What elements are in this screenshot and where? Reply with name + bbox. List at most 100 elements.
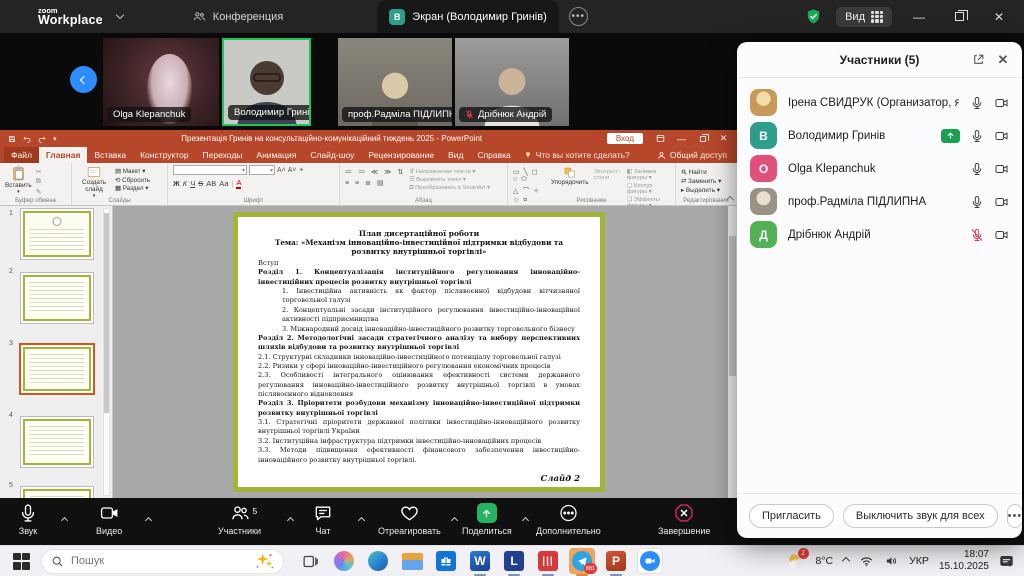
shapes-row-1[interactable]: ▭ ╲ ◻ ○ ⬭ [513, 168, 546, 184]
slide-thumbnail-3-selected[interactable] [19, 343, 95, 395]
participants-options-chevron[interactable] [288, 510, 293, 528]
menu-home[interactable]: Главная [39, 147, 88, 163]
temperature-label[interactable]: 8°C [816, 555, 834, 567]
smartart-button[interactable]: ⧉ Преобразовать в SmartArt ▾ [409, 185, 490, 192]
redo-icon[interactable] [38, 135, 46, 143]
video-tile-active-speaker[interactable]: Володимир Гринів [222, 38, 311, 126]
bold-button[interactable]: Ж [173, 179, 180, 188]
view-button[interactable]: Вид [836, 7, 892, 27]
share-screen-button[interactable]: Поделиться [462, 503, 512, 536]
share-options-chevron[interactable] [523, 510, 528, 528]
mute-all-button[interactable]: Выключить звук для всех [843, 504, 998, 528]
audio-options-chevron[interactable] [62, 510, 67, 528]
edge-button[interactable] [365, 548, 391, 574]
find-button[interactable]: Найти [681, 169, 721, 176]
menu-slideshow[interactable]: Слайд-шоу [303, 147, 361, 163]
list-buttons-row[interactable]: ≔ ≕ ≪ ≫ ⇅ [345, 168, 405, 176]
weather-icon[interactable]: 2 [786, 551, 806, 571]
sign-in-button[interactable]: Вход [607, 133, 643, 144]
cut-icon[interactable]: ✂ [36, 168, 42, 176]
video-tile[interactable]: проф.Радміла ПІДЛИПНА [338, 38, 452, 126]
undo-icon[interactable] [23, 135, 31, 143]
search-input[interactable] [71, 555, 221, 567]
tell-me-box[interactable]: Что вы хотите сделать? [524, 150, 630, 160]
react-options-chevron[interactable] [452, 510, 457, 528]
close-panel-icon[interactable]: ✕ [993, 50, 1013, 70]
panel-more-button[interactable]: ••• [1007, 504, 1022, 528]
menu-animations[interactable]: Анимация [249, 147, 303, 163]
replace-button[interactable]: ⇄ Заменить ▾ [681, 178, 721, 185]
video-tile[interactable]: Дрібнюк Андрій [455, 38, 569, 126]
video-button[interactable]: Видео [96, 503, 122, 536]
chevron-down-icon[interactable] [116, 11, 124, 19]
video-tile[interactable]: Olga Klepanchuk [103, 38, 219, 126]
tab-more-icon[interactable]: ••• [569, 7, 588, 26]
close-button[interactable]: ✕ [986, 7, 1012, 27]
menu-review[interactable]: Рецензирование [361, 147, 441, 163]
participant-row[interactable]: В Володимир Гринів [737, 119, 1022, 152]
wifi-icon[interactable] [859, 554, 874, 568]
reset-button[interactable]: ⟲ Сбросить [115, 177, 150, 184]
slide-thumbnail-1[interactable] [20, 208, 94, 260]
canvas-scrollbar[interactable] [728, 206, 737, 498]
start-button[interactable] [13, 553, 30, 570]
notifications-icon[interactable] [999, 554, 1014, 569]
ribbon-options-icon[interactable] [651, 132, 670, 145]
chat-options-chevron[interactable] [359, 510, 364, 528]
zoom-workplace-logo[interactable]: zoom Workplace [38, 7, 103, 27]
ms-store-button[interactable] [433, 548, 459, 574]
menu-design[interactable]: Конструктор [133, 147, 195, 163]
participant-row[interactable]: проф.Радміла ПІДЛИПНА [737, 185, 1022, 218]
app-red-button[interactable]: ||| [535, 548, 561, 574]
ppt-close-button[interactable]: ✕ [714, 132, 733, 145]
shrink-font-icon[interactable]: А˅ [288, 167, 297, 174]
zoom-app-button[interactable] [637, 548, 663, 574]
share-access-button[interactable]: Общий доступ [657, 150, 737, 160]
file-explorer-button[interactable] [399, 548, 425, 574]
word-button[interactable]: W [467, 548, 493, 574]
invite-button[interactable]: Пригласить [749, 504, 834, 528]
text-direction-button[interactable]: ⇵ Направление текста ▾ [409, 169, 490, 175]
arrange-button[interactable]: Упорядочить [550, 165, 590, 186]
more-button[interactable]: Дополнительно [536, 503, 601, 536]
align-text-button[interactable]: ☰ Выровнять текст ▾ [409, 177, 490, 183]
shape-fill-button[interactable]: ◧ Заливка фигуры ▾ [627, 169, 670, 181]
copilot-button[interactable] [331, 548, 357, 574]
participant-row[interactable]: Д Дрібнюк Андрій [737, 218, 1022, 251]
italic-button[interactable]: К [183, 179, 187, 188]
new-slide-button[interactable]: Создать слайд ▾ [77, 165, 111, 200]
audio-button[interactable]: Звук [18, 503, 38, 536]
clear-format-icon[interactable]: ✦ [299, 166, 305, 174]
clock[interactable]: 18:07 15.10.2025 [939, 549, 989, 574]
tab-screen-share[interactable]: В Экран (Володимир Гринів) [377, 0, 558, 33]
menu-file[interactable]: Файл [4, 147, 39, 163]
slide-thumbnail-4[interactable] [20, 416, 94, 468]
ppt-minimize-button[interactable]: — [672, 132, 691, 145]
copy-icon[interactable]: ⧉ [36, 178, 42, 186]
shield-check-icon[interactable] [805, 8, 822, 25]
menu-help[interactable]: Справка [470, 147, 517, 163]
quick-styles-button[interactable]: Экспресс-стили [594, 169, 623, 181]
thumbnails-scrollbar[interactable] [103, 208, 110, 496]
collapse-videos-button[interactable] [70, 66, 97, 93]
grow-font-icon[interactable]: А˄ [277, 167, 286, 174]
menu-transitions[interactable]: Переходы [196, 147, 250, 163]
tray-expand-chevron[interactable] [842, 557, 850, 565]
save-icon[interactable] [8, 135, 16, 143]
ppt-restore-button[interactable] [693, 132, 712, 145]
paste-button[interactable]: Вставить ▾ [5, 165, 32, 196]
qat-more-icon[interactable]: ▾ [53, 135, 57, 143]
char-spacing-button[interactable]: АВ [206, 179, 216, 188]
menu-view[interactable]: Вид [441, 147, 470, 163]
font-name-select[interactable]: ▾ [173, 165, 247, 175]
underline-button[interactable]: Ч [190, 179, 195, 188]
powerpoint-button[interactable]: P [603, 548, 629, 574]
restore-button[interactable] [946, 7, 972, 27]
volume-icon[interactable] [884, 554, 899, 568]
select-button[interactable]: ▸ Выделить ▾ [681, 187, 721, 194]
tab-conference[interactable]: Конференция [181, 0, 295, 33]
language-indicator[interactable]: УКР [909, 555, 929, 567]
layout-button[interactable]: ▤ Макет ▾ [115, 168, 150, 175]
chat-button[interactable]: Чат [313, 503, 333, 536]
font-color-button[interactable]: А [236, 179, 241, 189]
